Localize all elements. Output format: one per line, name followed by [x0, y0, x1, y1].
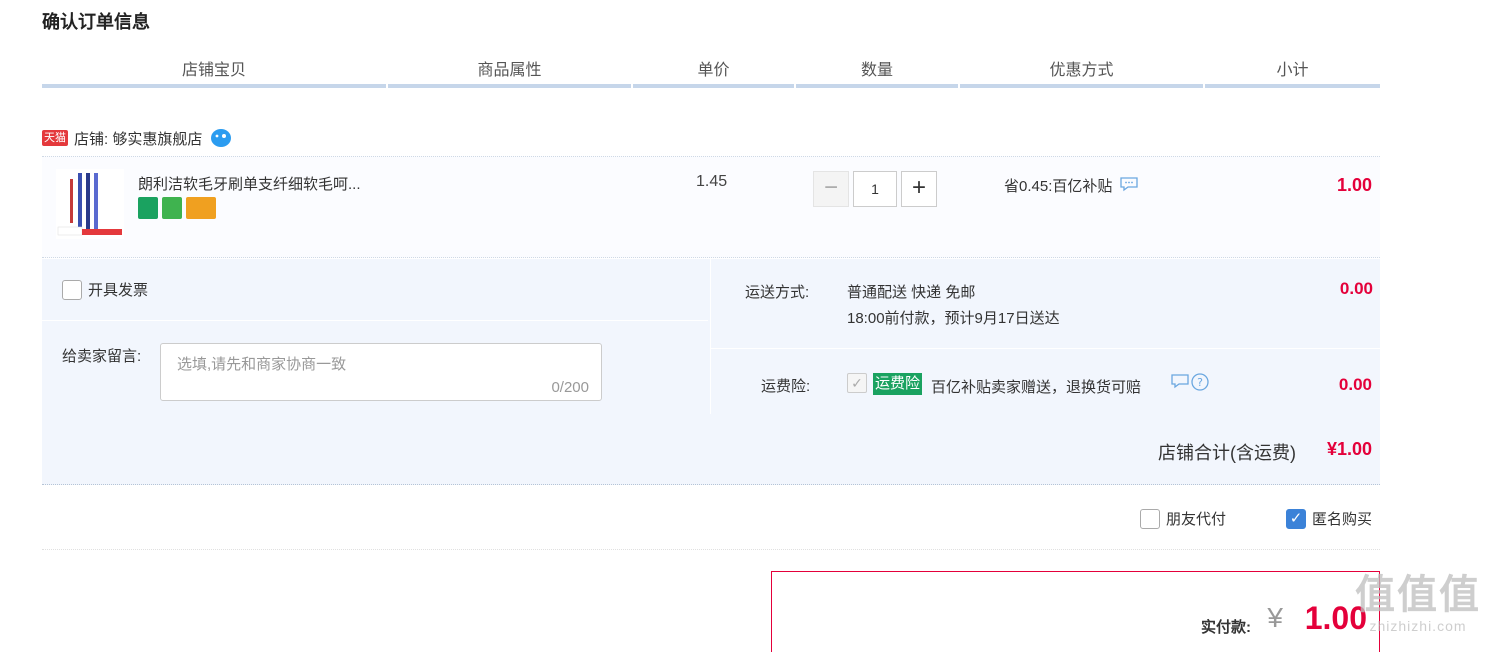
unit-price: 1.45 — [696, 173, 728, 190]
memo-placeholder: 选填,请先和商家协商一致 — [177, 356, 347, 373]
decrease-quantity-button[interactable]: − — [813, 171, 849, 207]
column-subtotal: 小计 — [1205, 60, 1380, 88]
shipping-section: 运送方式: 普通配送 快递 免邮 18:00前付款，预计9月17日送达 0.00… — [710, 259, 1381, 414]
shop-row: 天猫 店铺: 够实惠旗舰店 — [42, 124, 232, 152]
quantity-stepper: − 1 + — [813, 171, 937, 207]
insurance-chat-icon[interactable] — [1171, 373, 1189, 395]
guarantee-icon — [162, 197, 182, 219]
tmall-badge: 天猫 — [42, 130, 68, 146]
invoice-row: 开具发票 — [42, 259, 708, 321]
quantity-input[interactable]: 1 — [853, 171, 897, 207]
wangwang-chat-icon[interactable] — [210, 128, 232, 148]
order-options-panel: 开具发票 给卖家留言: 选填,请先和商家协商一致 0/200 运送方式: 普通配… — [42, 259, 1381, 485]
svg-text:?: ? — [1197, 376, 1203, 389]
payment-summary: 实付款: ¥ 1.00 — [771, 571, 1380, 652]
shipping-label: 运送方式: — [745, 284, 810, 301]
discount-text: 省0.45:百亿补贴 — [1004, 178, 1113, 195]
shop-name[interactable]: 店铺: 够实惠旗舰店 — [74, 128, 202, 149]
insurance-desc: 百亿补贴卖家赠送，退换货可赔 — [931, 379, 1142, 396]
invoice-label: 开具发票 — [88, 282, 149, 299]
card-payment-icon — [186, 197, 216, 219]
increase-quantity-button[interactable]: + — [901, 171, 937, 207]
order-item-row: 朗利洁软毛牙刷单支纤细软毛呵... 1.45 − 1 + 省0.45:百亿补贴 … — [42, 156, 1380, 258]
seven-day-return-icon — [138, 197, 158, 219]
insurance-label: 运费险: — [761, 378, 811, 395]
insurance-fee: 0.00 — [1338, 375, 1372, 394]
item-subtotal: 1.00 — [1336, 175, 1372, 195]
discount-info: 省0.45:百亿补贴 — [1004, 175, 1139, 196]
shop-total-value: ¥1.00 — [1326, 439, 1372, 459]
friend-pay-option[interactable]: 朋友代付 — [1140, 508, 1226, 529]
insurance-icons: ? — [1171, 373, 1209, 395]
shipping-eta: 18:00前付款，预计9月17日送达 — [847, 310, 1060, 327]
page-title: 确认订单信息 — [42, 12, 150, 32]
column-discount: 优惠方式 — [960, 60, 1203, 88]
product-service-tags — [138, 197, 216, 219]
memo-label: 给卖家留言: — [62, 348, 142, 365]
insurance-checkbox: ✓ — [847, 373, 867, 393]
shipping-method-block: 运送方式: 普通配送 快递 免邮 18:00前付款，预计9月17日送达 0.00 — [711, 259, 1381, 349]
column-quantity: 数量 — [796, 60, 958, 88]
anonymous-label: 匿名购买 — [1312, 511, 1373, 528]
currency-symbol: ¥ — [1267, 602, 1283, 633]
seller-memo-input[interactable]: 选填,请先和商家协商一致 0/200 — [160, 343, 602, 401]
payment-label: 实付款: — [1201, 619, 1251, 636]
column-attributes: 商品属性 — [388, 60, 631, 88]
column-shop-item: 店铺宝贝 — [42, 60, 386, 88]
anonymous-purchase-option[interactable]: ✓ 匿名购买 — [1286, 508, 1372, 529]
product-title[interactable]: 朗利洁软毛牙刷单支纤细软毛呵... — [138, 173, 361, 194]
shipping-fee: 0.00 — [1339, 279, 1373, 298]
anonymous-checkbox[interactable]: ✓ — [1286, 508, 1306, 529]
product-thumbnail[interactable] — [56, 169, 124, 239]
discount-chat-icon[interactable] — [1120, 176, 1139, 196]
friend-pay-label: 朋友代付 — [1166, 511, 1227, 528]
watermark-domain: zhizhizhi.com — [1369, 618, 1467, 634]
column-header: 店铺宝贝 商品属性 单价 数量 优惠方式 小计 — [42, 60, 1380, 88]
shop-total-label: 店铺合计(含运费) — [1158, 443, 1296, 463]
shipping-method[interactable]: 普通配送 快递 免邮 — [847, 281, 975, 302]
payment-options-row: 朋友代付 ✓ 匿名购买 — [42, 500, 1380, 550]
shop-total-row: 店铺合计(含运费) ¥1.00 — [42, 415, 1380, 485]
invoice-memo-section: 开具发票 给卖家留言: 选填,请先和商家协商一致 0/200 — [42, 259, 708, 414]
watermark-logo: 值值值 — [1355, 573, 1481, 617]
column-unit-price: 单价 — [633, 60, 794, 88]
memo-char-counter: 0/200 — [551, 379, 589, 396]
invoice-option[interactable]: 开具发票 — [62, 279, 148, 300]
help-icon[interactable]: ? — [1191, 373, 1209, 395]
invoice-checkbox[interactable] — [62, 279, 82, 300]
friend-pay-checkbox[interactable] — [1140, 508, 1160, 529]
insurance-tag: 运费险 — [873, 373, 923, 395]
site-watermark: 值值值 zhizhizhi.com — [1348, 572, 1488, 634]
